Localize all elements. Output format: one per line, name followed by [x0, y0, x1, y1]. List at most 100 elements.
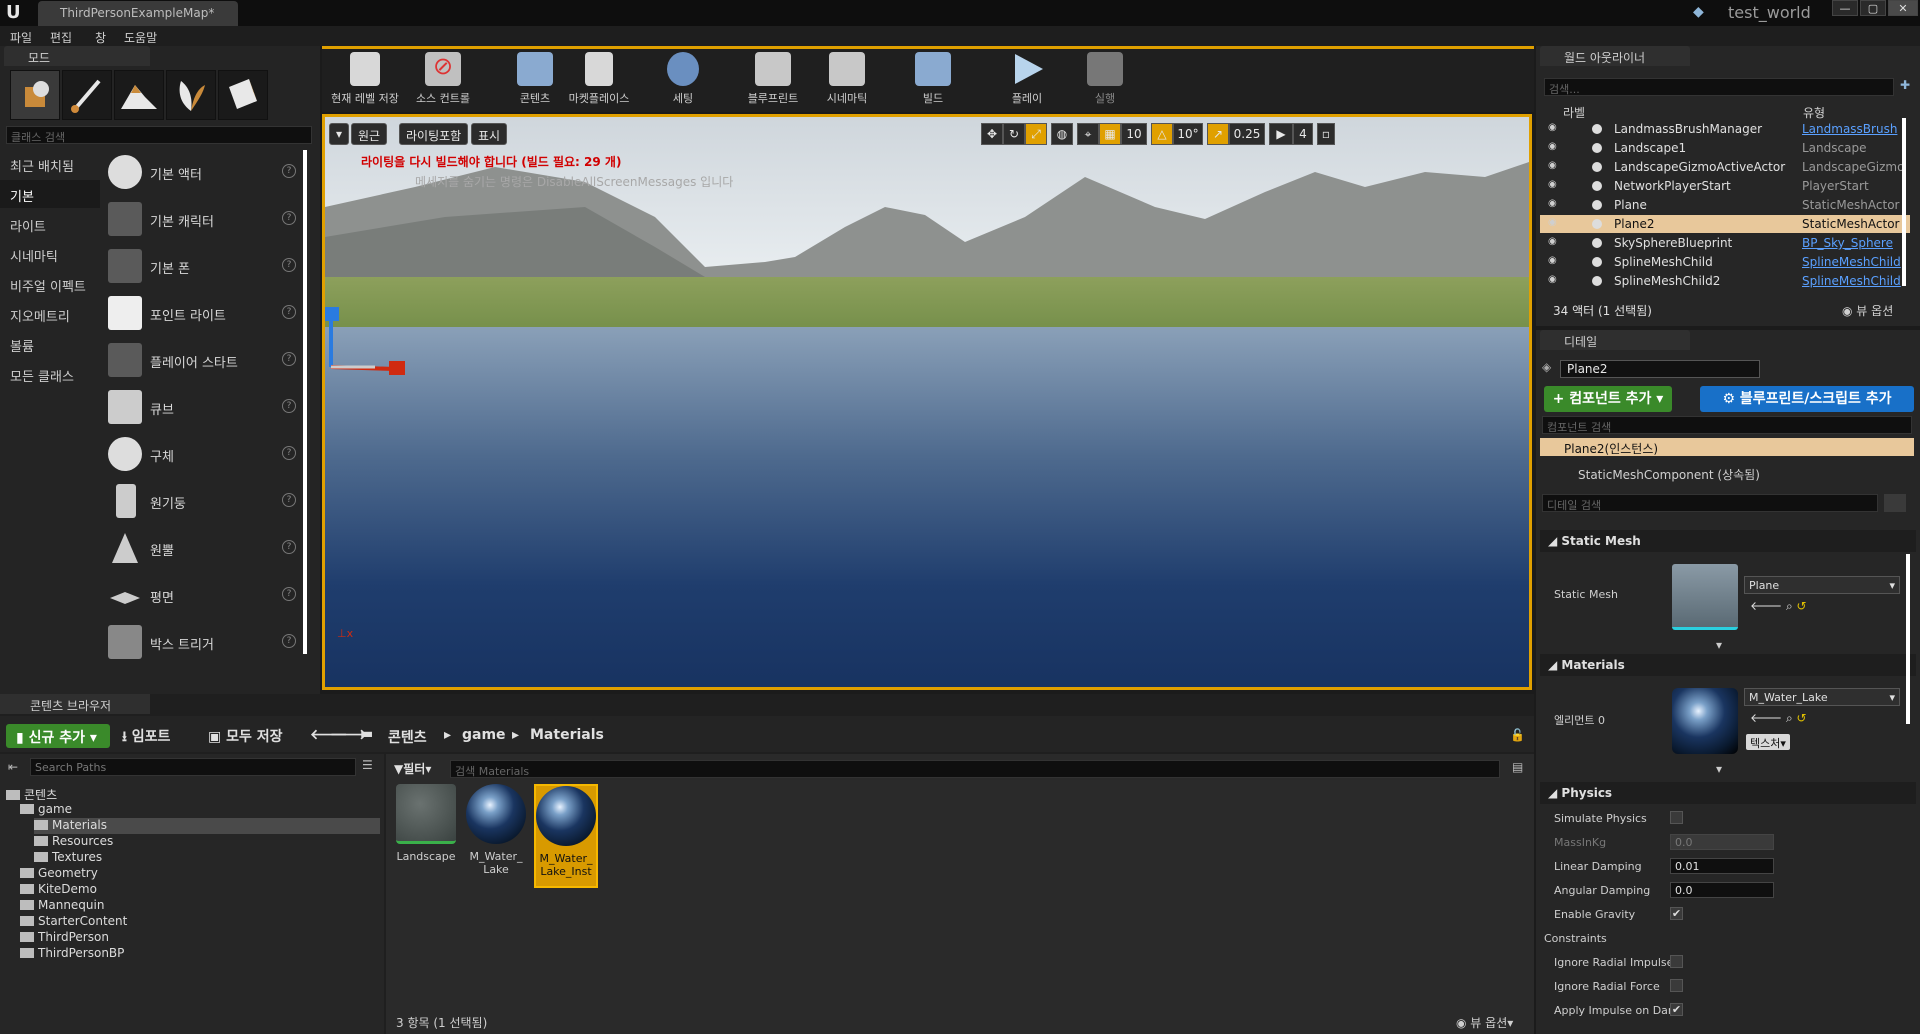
play-button[interactable]: 플레이	[988, 52, 1066, 110]
visibility-eye-icon[interactable]: ◉	[1548, 141, 1557, 152]
outliner-row[interactable]: ◉ LandmassBrushManager LandmassBrush	[1540, 120, 1910, 138]
help-icon[interactable]: ?	[282, 399, 296, 413]
outliner-row[interactable]: ◉ LandscapeGizmoActiveActor LandscapeGizmo	[1540, 158, 1910, 176]
place-item-sphere[interactable]: 구체?	[104, 432, 300, 477]
component-search-input[interactable]: 컴포넌트 검색	[1542, 416, 1912, 434]
help-icon[interactable]: ?	[282, 493, 296, 507]
rotation-snap-icon[interactable]: △	[1151, 123, 1173, 145]
actor-type[interactable]: LandmassBrush	[1802, 122, 1897, 136]
help-icon[interactable]: ?	[282, 540, 296, 554]
help-icon[interactable]: ?	[282, 258, 296, 272]
save-all-button[interactable]: ▣ 모두 저장	[208, 726, 283, 746]
material-combo[interactable]: M_Water_Lake ▾	[1744, 688, 1900, 706]
grid-snap-icon[interactable]: ▦	[1099, 123, 1121, 145]
world-local-icon[interactable]: ◍	[1051, 123, 1073, 145]
static-mesh-thumbnail[interactable]	[1672, 564, 1738, 630]
visibility-eye-icon[interactable]: ◉	[1548, 236, 1557, 247]
category-geometry[interactable]: 지오메트리	[0, 300, 100, 328]
perspective-button[interactable]: 원근	[351, 123, 388, 145]
save-current-button[interactable]: 현재 레벨 저장	[326, 52, 404, 110]
import-button[interactable]: ⭳ 임포트	[122, 726, 170, 750]
folder-tree-item[interactable]: Materials	[34, 818, 380, 834]
category-visual-effects[interactable]: 비주얼 이펙트	[0, 270, 100, 298]
column-type[interactable]: 유형	[1803, 104, 1825, 121]
category-all-classes[interactable]: 모든 클래스	[0, 360, 100, 388]
category-recent[interactable]: 최근 배치됨	[0, 150, 100, 178]
blueprints-button[interactable]: 블루프린트	[734, 52, 812, 110]
help-icon[interactable]: ?	[282, 164, 296, 178]
grid-snap-value[interactable]: 10	[1121, 123, 1147, 145]
breadcrumb-separator-icon[interactable]: ▸	[444, 727, 451, 743]
scale-snap-icon[interactable]: ↗	[1207, 123, 1229, 145]
lit-mode-button[interactable]: 라이팅포함	[399, 123, 469, 145]
visibility-eye-icon[interactable]: ◉	[1548, 198, 1557, 209]
paint-mode-icon[interactable]	[62, 70, 112, 120]
new-add-button[interactable]: ▮ 신규 추가 ▾	[6, 724, 110, 748]
translate-tool-icon[interactable]: ✥	[981, 123, 1003, 145]
rotation-snap-value[interactable]: 10°	[1173, 123, 1203, 145]
visibility-eye-icon[interactable]: ◉	[1548, 179, 1557, 190]
outliner-row[interactable]: ◉ SplineMeshChild SplineMeshChild	[1540, 253, 1910, 271]
actor-type[interactable]: SplineMeshChild	[1802, 274, 1901, 288]
path-search-input[interactable]: Search Paths	[30, 758, 356, 776]
filter-button[interactable]: ▼필터▾	[394, 760, 431, 777]
section-physics[interactable]: ◢ Physics	[1540, 782, 1916, 804]
help-icon[interactable]: ?	[282, 634, 296, 648]
outliner-row[interactable]: ◉ SplineMeshChild2 SplineMeshChild	[1540, 272, 1910, 290]
viewport-options-button[interactable]: ▾	[329, 123, 350, 145]
class-search-input[interactable]: 클래스 검색	[6, 126, 312, 144]
physics-checkbox[interactable]: ✔	[1670, 1003, 1683, 1016]
physics-checkbox[interactable]	[1670, 955, 1683, 968]
physics-checkbox[interactable]: ✔	[1670, 907, 1683, 920]
rotate-tool-icon[interactable]: ↻	[1003, 123, 1025, 145]
breadcrumb-game[interactable]: game	[462, 727, 506, 743]
actor-type[interactable]: SplineMeshChild	[1802, 255, 1901, 269]
actor-type[interactable]: BP_Sky_Sphere	[1802, 236, 1893, 250]
content-view-options[interactable]: ◉ 뷰 옵션▾	[1456, 1014, 1513, 1031]
outliner-row[interactable]: ◉ NetworkPlayerStart PlayerStart	[1540, 177, 1910, 195]
lock-icon[interactable]: 🔓	[1510, 728, 1525, 742]
build-button[interactable]: 빌드	[894, 52, 972, 110]
place-mode-icon[interactable]	[10, 70, 60, 120]
visibility-eye-icon[interactable]: ◉	[1548, 274, 1557, 285]
path-view-options-icon[interactable]: ☰	[362, 758, 373, 772]
physics-number-field[interactable]: 0.0	[1670, 834, 1774, 850]
menu-help[interactable]: 도움말	[124, 29, 157, 46]
breadcrumb-separator-icon[interactable]: ▸	[512, 727, 519, 743]
outliner-row[interactable]: ◉ Plane StaticMeshActor	[1540, 196, 1910, 214]
folder-tree-item[interactable]: Geometry	[20, 866, 380, 882]
menu-file[interactable]: 파일	[10, 29, 32, 46]
details-tab[interactable]: 디테일	[1540, 330, 1690, 350]
section-static-mesh[interactable]: ◢ Static Mesh	[1540, 530, 1916, 552]
folder-tree-item[interactable]: KiteDemo	[20, 882, 380, 898]
details-scrollbar[interactable]	[1906, 554, 1910, 724]
geometry-mode-icon[interactable]	[218, 70, 268, 120]
visibility-eye-icon[interactable]: ◉	[1548, 160, 1557, 171]
actor-name-field[interactable]: Plane2	[1560, 360, 1760, 378]
outliner-row[interactable]: ◉ SkySphereBlueprint BP_Sky_Sphere	[1540, 234, 1910, 252]
category-cinematic[interactable]: 시네마틱	[0, 240, 100, 268]
physics-prop-label[interactable]: Constraints	[1544, 932, 1607, 945]
asset-tile[interactable]: M_Water_ Lake	[464, 784, 528, 888]
source-control-button[interactable]: ⊘ 소스 컨트롤	[404, 52, 482, 110]
cinematics-button[interactable]: 시네마틱	[808, 52, 886, 110]
outliner-view-options[interactable]: ◉ 뷰 옵션	[1842, 302, 1893, 319]
level-tab[interactable]: ThirdPersonExampleMap*	[38, 1, 238, 26]
physics-checkbox[interactable]	[1670, 979, 1683, 992]
visibility-eye-icon[interactable]: ◉	[1548, 217, 1557, 228]
menu-edit[interactable]: 편집	[50, 29, 72, 46]
outliner-scrollbar[interactable]	[1902, 118, 1906, 286]
settings-button[interactable]: 세팅	[644, 52, 722, 110]
help-icon[interactable]: ?	[282, 446, 296, 460]
place-item-actor[interactable]: 기본 액터?	[104, 150, 300, 195]
folder-tree-item[interactable]: StarterContent	[20, 914, 380, 930]
content-browser-tab[interactable]: 콘텐츠 브라우저	[0, 694, 150, 714]
folder-tree-item[interactable]: 콘텐츠	[6, 786, 380, 802]
expand-chevron-icon[interactable]: ▾	[1716, 762, 1722, 776]
folder-tree-item[interactable]: game	[20, 802, 380, 818]
modes-scrollbar[interactable]	[303, 150, 307, 654]
place-item-player-start[interactable]: 플레이어 스타트?	[104, 338, 300, 383]
visibility-eye-icon[interactable]: ◉	[1548, 255, 1557, 266]
outliner-row[interactable]: ◉ Plane2 StaticMeshActor	[1540, 215, 1910, 233]
add-component-button[interactable]: + 컴포넌트 추가 ▾	[1544, 386, 1672, 412]
